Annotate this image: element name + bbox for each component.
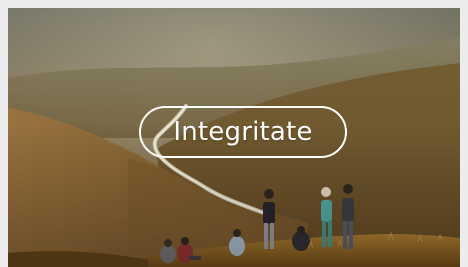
integritate-button[interactable]: Integritate bbox=[139, 106, 347, 158]
